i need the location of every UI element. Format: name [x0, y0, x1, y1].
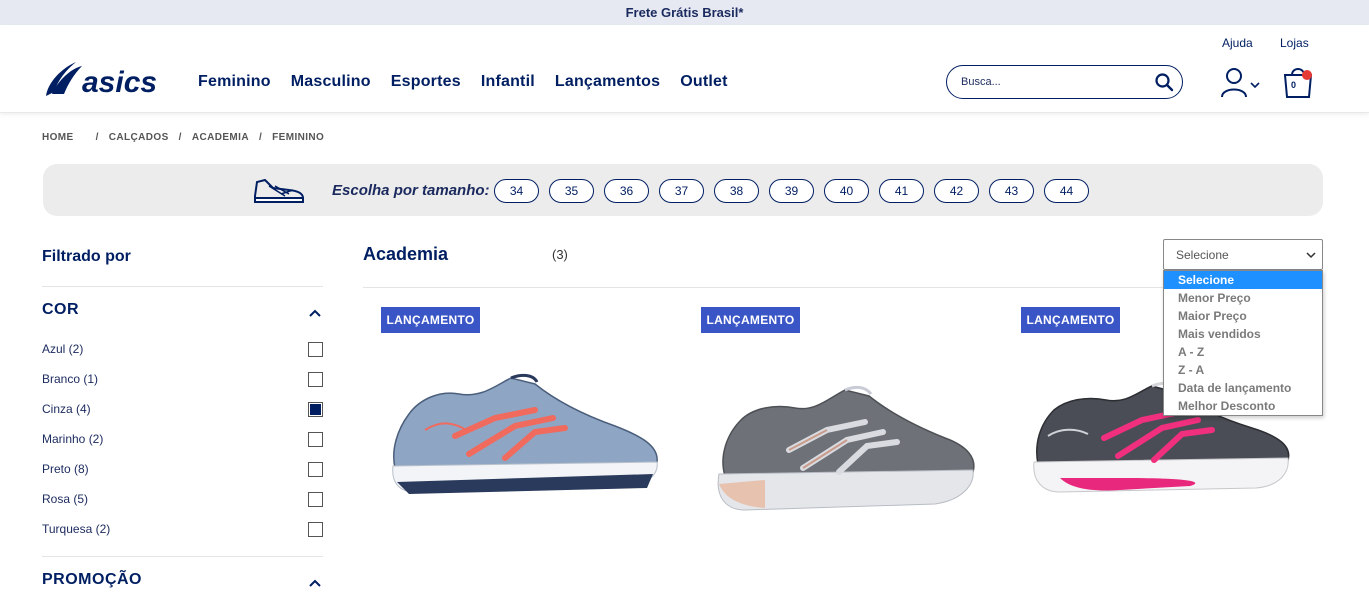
facet-option-branco[interactable]: Branco (1)	[42, 370, 323, 388]
sort-option-mais-vendidos[interactable]: Mais vendidos	[1164, 325, 1322, 343]
nav-infantil[interactable]: Infantil	[481, 73, 535, 91]
category-title: Academia	[363, 244, 449, 264]
nav-masculino[interactable]: Masculino	[291, 73, 371, 91]
promo-text: Frete Grátis Brasil*	[625, 5, 744, 20]
facet-checkbox[interactable]	[308, 491, 323, 507]
site-header: asics Feminino Masculino Esportes Infant…	[0, 25, 1369, 113]
search-icon[interactable]	[1154, 72, 1174, 92]
facet-option-label: Preto (8)	[42, 462, 89, 476]
sneaker-icon	[254, 178, 305, 203]
user-account-icon[interactable]	[1220, 67, 1264, 99]
size-option-35[interactable]: 35	[549, 179, 594, 203]
breadcrumb-feminino: FEMININO	[272, 132, 325, 143]
facet-option-label: Turquesa (2)	[42, 522, 111, 536]
breadcrumb-separator: /	[95, 132, 99, 143]
sort-select[interactable]: Selecione	[1163, 239, 1323, 270]
promo-bar: Frete Grátis Brasil*	[0, 0, 1369, 25]
main-nav: Feminino Masculino Esportes Infantil Lan…	[198, 73, 748, 91]
size-option-44[interactable]: 44	[1044, 179, 1089, 203]
sort-select-value: Selecione	[1176, 247, 1229, 262]
facet-option-label: Rosa (5)	[42, 492, 89, 506]
breadcrumb-separator: /	[258, 132, 263, 143]
breadcrumb: HOME / CALÇADOS / ACADEMIA / FEMININO	[42, 132, 324, 143]
facet-checkbox[interactable]	[308, 371, 323, 387]
sort-option-data-lancamento[interactable]: Data de lançamento	[1164, 379, 1322, 397]
divider	[42, 286, 323, 287]
sort-option-a-z[interactable]: A - Z	[1164, 343, 1322, 361]
size-options: 34 35 36 37 38 39 40 41 42 43 44	[494, 179, 1099, 203]
size-option-38[interactable]: 38	[714, 179, 759, 203]
facet-checkbox[interactable]	[308, 341, 323, 357]
chevron-up-icon[interactable]	[308, 308, 322, 318]
breadcrumb-separator: /	[178, 132, 182, 143]
breadcrumb-home[interactable]: HOME	[42, 132, 74, 143]
facet-option-label: Marinho (2)	[42, 432, 104, 446]
search-input[interactable]	[961, 76, 1141, 88]
facet-option-rosa[interactable]: Rosa (5)	[42, 490, 323, 508]
sort-option-maior-preco[interactable]: Maior Preço	[1164, 307, 1322, 325]
size-option-42[interactable]: 42	[934, 179, 979, 203]
search-box	[946, 65, 1183, 99]
size-option-39[interactable]: 39	[769, 179, 814, 203]
sort-option-menor-preco[interactable]: Menor Preço	[1164, 289, 1322, 307]
cart-count: 0	[1291, 80, 1297, 90]
chevron-up-icon[interactable]	[308, 578, 322, 588]
new-release-badge: LANÇAMENTO	[1021, 307, 1120, 333]
sort-option-selecione[interactable]: Selecione	[1164, 271, 1322, 289]
facet-color-title[interactable]: COR	[42, 301, 79, 319]
facet-option-marinho[interactable]: Marinho (2)	[42, 430, 323, 448]
facet-checkbox[interactable]	[308, 431, 323, 447]
result-count: (3)	[552, 247, 568, 262]
size-option-43[interactable]: 43	[989, 179, 1034, 203]
facet-option-turquesa[interactable]: Turquesa (2)	[42, 520, 323, 538]
sort-option-z-a[interactable]: Z - A	[1164, 361, 1322, 379]
divider	[42, 556, 323, 557]
facet-option-label: Azul (2)	[42, 342, 84, 356]
facet-checkbox-checked[interactable]	[308, 401, 323, 417]
asics-logo[interactable]: asics	[42, 58, 156, 100]
chevron-down-icon	[1306, 252, 1316, 259]
size-option-36[interactable]: 36	[604, 179, 649, 203]
help-link[interactable]: Ajuda	[1222, 36, 1253, 50]
logo-wordmark: asics	[82, 66, 156, 99]
size-option-37[interactable]: 37	[659, 179, 704, 203]
size-selector-bar: Escolha por tamanho: 34 35 36 37 38 39 4…	[43, 164, 1323, 216]
breadcrumb-academia[interactable]: ACADEMIA	[192, 132, 249, 143]
product-image-2[interactable]	[705, 380, 985, 520]
size-option-40[interactable]: 40	[824, 179, 869, 203]
filter-heading: Filtrado por	[42, 248, 131, 265]
facet-promo-title[interactable]: PROMOÇÃO	[42, 571, 142, 589]
facet-checkbox[interactable]	[308, 521, 323, 537]
sort-dropdown-list: Selecione Menor Preço Maior Preço Mais v…	[1163, 270, 1323, 416]
size-option-34[interactable]: 34	[494, 179, 539, 203]
facet-checkbox[interactable]	[308, 461, 323, 477]
stores-link[interactable]: Lojas	[1280, 36, 1309, 50]
size-option-41[interactable]: 41	[879, 179, 924, 203]
nav-esportes[interactable]: Esportes	[391, 73, 461, 91]
product-image-1[interactable]	[385, 370, 665, 500]
size-selector-label: Escolha por tamanho:	[332, 182, 490, 199]
facet-option-preto[interactable]: Preto (8)	[42, 460, 323, 478]
facet-option-label: Cinza (4)	[42, 402, 91, 416]
sort-option-melhor-desconto[interactable]: Melhor Desconto	[1164, 397, 1322, 415]
facet-option-azul[interactable]: Azul (2)	[42, 340, 323, 358]
facet-option-label: Branco (1)	[42, 372, 99, 386]
new-release-badge: LANÇAMENTO	[381, 307, 480, 333]
cart-notification-dot	[1302, 70, 1312, 80]
nav-feminino[interactable]: Feminino	[198, 73, 271, 91]
facet-option-cinza[interactable]: Cinza (4)	[42, 400, 323, 418]
breadcrumb-calcados[interactable]: CALÇADOS	[109, 132, 169, 143]
nav-outlet[interactable]: Outlet	[680, 73, 727, 91]
new-release-badge: LANÇAMENTO	[701, 307, 800, 333]
nav-lancamentos[interactable]: Lançamentos	[555, 73, 660, 91]
